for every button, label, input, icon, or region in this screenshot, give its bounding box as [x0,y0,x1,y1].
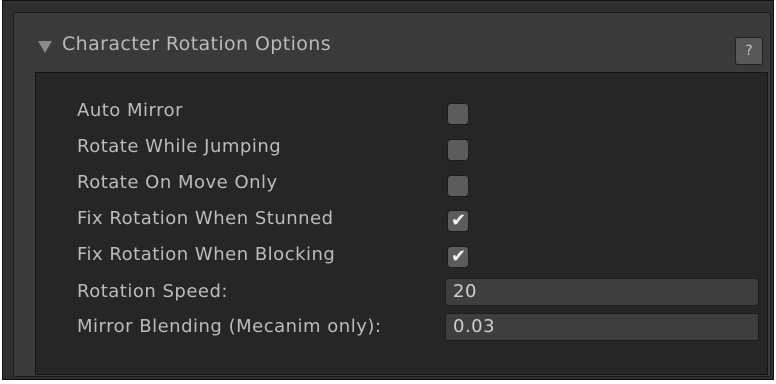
field-label-mirror-blending: Mirror Blending (Mecanim only): [77,316,382,337]
option-label-fix-rotation-when-stunned: Fix Rotation When Stunned [77,208,334,229]
option-label-auto-mirror: Auto Mirror [77,100,184,121]
rotation-options-panel: Character Rotation Options ? Auto Mirror… [13,12,771,377]
inspector-frame: Character Rotation Options ? Auto Mirror… [2,0,774,380]
checkmark-icon: ✔ [451,246,467,267]
options-content: Auto Mirror Rotate While Jumping Rotate … [35,72,768,375]
checkbox-auto-mirror[interactable] [447,103,469,125]
checkbox-rotate-while-jumping[interactable] [447,139,469,161]
checkbox-fix-rotation-when-stunned[interactable]: ✔ [447,210,469,232]
panel-title[interactable]: Character Rotation Options [62,33,331,55]
panel-header: Character Rotation Options ? [14,13,770,73]
foldout-arrow-icon[interactable] [38,41,52,53]
checkbox-rotate-on-move-only[interactable] [447,175,469,197]
mirror-blending-input[interactable]: 0.03 [445,313,759,341]
field-label-rotation-speed: Rotation Speed: [77,281,228,302]
option-label-fix-rotation-when-blocking: Fix Rotation When Blocking [77,244,336,265]
rotation-speed-input[interactable]: 20 [445,278,759,306]
option-label-rotate-while-jumping: Rotate While Jumping [77,136,282,157]
checkmark-icon: ✔ [451,210,467,231]
checkbox-fix-rotation-when-blocking[interactable]: ✔ [447,246,469,268]
help-button[interactable]: ? [735,37,763,65]
option-label-rotate-on-move-only: Rotate On Move Only [77,172,278,193]
